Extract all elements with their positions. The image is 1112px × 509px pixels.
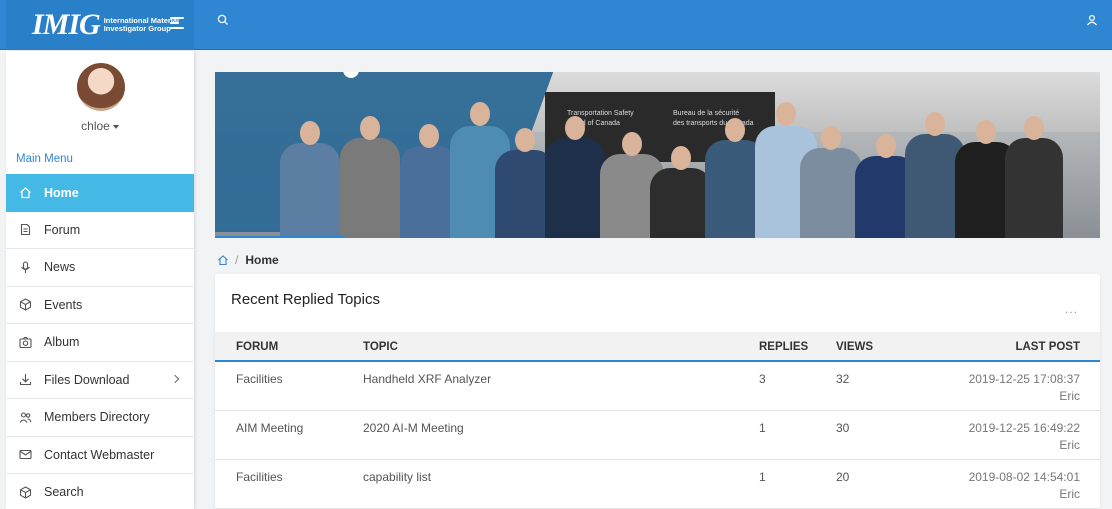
topic-link[interactable]: capability list bbox=[363, 470, 431, 484]
logo[interactable]: IMIG International Material Investigator… bbox=[6, 0, 194, 50]
topic-link[interactable]: 2020 AI-M Meeting bbox=[363, 421, 464, 435]
download-icon bbox=[18, 373, 32, 387]
sidebar-item-contact-webmaster[interactable]: Contact Webmaster bbox=[6, 437, 194, 474]
sidebar-item-label: Forum bbox=[44, 222, 81, 237]
last-post-cell: 2019-08-02 14:54:01 Eric bbox=[969, 469, 1080, 503]
sidebar-item-label: Home bbox=[44, 185, 79, 200]
caret-down-icon bbox=[112, 124, 119, 129]
last-post-author[interactable]: Eric bbox=[1059, 487, 1080, 501]
sidebar-item-members-directory[interactable]: Members Directory bbox=[6, 399, 194, 437]
main-menu: Home Forum News Events Album Files Downl… bbox=[6, 174, 194, 509]
sidebar-item-search[interactable]: Search bbox=[6, 474, 194, 509]
forum-cell[interactable]: Facilities bbox=[236, 470, 283, 484]
replies-cell: 1 bbox=[759, 470, 766, 484]
more-options-button[interactable]: ... bbox=[1065, 302, 1078, 316]
mail-icon bbox=[18, 448, 32, 462]
table-row[interactable]: Facilities capability list 1 20 2019-08-… bbox=[215, 460, 1100, 509]
views-cell: 32 bbox=[836, 372, 850, 386]
sidebar-item-files-download[interactable]: Files Download bbox=[6, 362, 194, 399]
table-row[interactable]: Facilities Handheld XRF Analyzer 3 32 20… bbox=[215, 362, 1100, 411]
user-icon[interactable] bbox=[1086, 14, 1098, 26]
sidebar: chloe Main Menu Home Forum News Events A… bbox=[6, 51, 194, 509]
sidebar-item-label: Files Download bbox=[44, 372, 130, 387]
sidebar-item-label: Album bbox=[44, 335, 80, 350]
microphone-icon bbox=[18, 260, 32, 274]
menu-toggle-icon[interactable] bbox=[170, 17, 184, 31]
column-forum: FORUM bbox=[236, 341, 279, 353]
last-post-date: 2019-12-25 17:08:37 bbox=[968, 372, 1080, 386]
username: chloe bbox=[81, 119, 110, 133]
table-header: FORUM TOPIC REPLIES VIEWS LAST POST bbox=[215, 332, 1100, 362]
sidebar-item-forum[interactable]: Forum bbox=[6, 212, 194, 249]
topic-link[interactable]: Handheld XRF Analyzer bbox=[363, 372, 491, 386]
sidebar-item-label: Search bbox=[44, 485, 84, 500]
user-menu[interactable]: chloe bbox=[6, 119, 194, 133]
replies-cell: 3 bbox=[759, 372, 766, 386]
document-icon bbox=[18, 223, 32, 237]
last-post-author[interactable]: Eric bbox=[1059, 389, 1080, 403]
recent-topics-card: Recent Replied Topics ... FORUM TOPIC RE… bbox=[215, 274, 1100, 509]
avatar[interactable] bbox=[77, 63, 125, 111]
menu-title: Main Menu bbox=[16, 153, 73, 165]
search-icon[interactable] bbox=[217, 14, 229, 26]
replies-cell: 1 bbox=[759, 421, 766, 435]
users-icon bbox=[18, 410, 32, 424]
column-views: VIEWS bbox=[836, 341, 874, 353]
forum-cell[interactable]: AIM Meeting bbox=[236, 421, 303, 435]
sidebar-item-album[interactable]: Album bbox=[6, 324, 194, 362]
breadcrumb-current: Home bbox=[245, 253, 279, 267]
camera-icon bbox=[18, 335, 32, 349]
breadcrumb-separator: / bbox=[235, 253, 239, 267]
sidebar-item-home[interactable]: Home bbox=[6, 174, 194, 212]
home-icon[interactable] bbox=[217, 254, 229, 266]
last-post-cell: 2019-12-25 17:08:37 Eric bbox=[969, 371, 1080, 405]
last-post-author[interactable]: Eric bbox=[1059, 438, 1080, 452]
breadcrumb: / Home bbox=[217, 253, 279, 267]
cube-icon bbox=[18, 298, 32, 312]
sidebar-item-news[interactable]: News bbox=[6, 249, 194, 287]
last-post-date: 2019-12-25 16:49:22 bbox=[968, 421, 1080, 435]
home-icon bbox=[18, 186, 32, 200]
sidebar-item-label: Members Directory bbox=[44, 410, 150, 425]
sidebar-item-label: News bbox=[44, 260, 76, 275]
card-title: Recent Replied Topics bbox=[231, 291, 380, 308]
sidebar-item-events[interactable]: Events bbox=[6, 287, 194, 324]
last-post-cell: 2019-12-25 16:49:22 Eric bbox=[969, 420, 1080, 454]
forum-cell[interactable]: Facilities bbox=[236, 372, 283, 386]
group-photo bbox=[255, 102, 1065, 238]
sidebar-item-label: Events bbox=[44, 297, 83, 312]
views-cell: 30 bbox=[836, 421, 850, 435]
sidebar-item-label: Contact Webmaster bbox=[44, 447, 155, 462]
last-post-date: 2019-08-02 14:54:01 bbox=[968, 470, 1080, 484]
column-topic: TOPIC bbox=[363, 341, 398, 353]
table-row[interactable]: AIM Meeting 2020 AI-M Meeting 1 30 2019-… bbox=[215, 411, 1100, 460]
column-replies: REPLIES bbox=[759, 341, 809, 353]
column-last-post: LAST POST bbox=[1015, 341, 1080, 353]
banner-image: Transportation Safety Board of Canada Bu… bbox=[215, 72, 1100, 238]
views-cell: 20 bbox=[836, 470, 850, 484]
cube-icon bbox=[18, 485, 32, 499]
chevron-right-icon bbox=[170, 374, 180, 383]
logo-mark: IMIG bbox=[32, 8, 101, 41]
top-bar: IMIG International Material Investigator… bbox=[0, 0, 1112, 50]
